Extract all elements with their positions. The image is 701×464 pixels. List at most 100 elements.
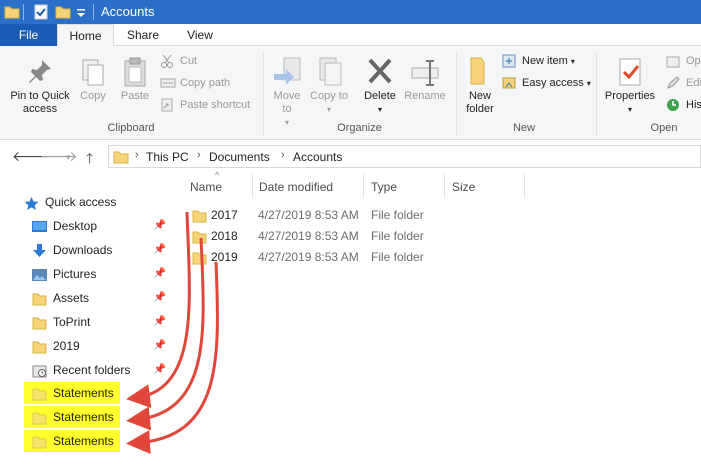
nav-item-statements[interactable]: Statements	[24, 406, 120, 428]
group-separator	[596, 52, 597, 136]
cut-button[interactable]: Cut	[160, 52, 197, 70]
copy-path-icon	[160, 76, 176, 90]
copy-label: Copy	[80, 90, 106, 102]
pin-icon[interactable]: 📌	[154, 359, 166, 381]
edit-button[interactable]: Edit	[666, 74, 701, 92]
history-button[interactable]: Hist	[666, 96, 701, 114]
new-folder-button[interactable]: New folder	[460, 56, 500, 116]
new-folder-label: New folder	[466, 90, 494, 115]
nav-item-label: Statements	[53, 434, 114, 448]
recent-folders-icon	[32, 363, 47, 378]
nav-item-pictures[interactable]: Pictures 📌	[24, 263, 174, 285]
column-divider[interactable]	[444, 174, 445, 198]
nav-item-desktop[interactable]: Desktop 📌	[24, 215, 174, 237]
column-divider[interactable]	[252, 174, 253, 198]
new-item-button[interactable]: New item ▾	[502, 52, 575, 70]
open-label: Ope	[686, 55, 701, 67]
recent-locations-chevron-icon[interactable]: ▾	[66, 152, 71, 163]
nav-item-assets[interactable]: Assets 📌	[24, 287, 174, 309]
column-header-name[interactable]: Name	[190, 180, 222, 194]
nav-item-label: Recent folders	[53, 363, 131, 377]
sort-ascending-icon: ^	[215, 170, 220, 180]
dropdown-arrow-icon: ▾	[326, 105, 331, 114]
rename-icon	[411, 60, 439, 86]
new-group-label: New	[512, 122, 535, 134]
properties-check-icon[interactable]	[33, 4, 49, 20]
column-divider[interactable]	[524, 174, 525, 198]
forward-arrow-icon[interactable]: 🡒	[40, 148, 78, 165]
pin-icon[interactable]: 📌	[154, 263, 166, 285]
cut-label: Cut	[180, 55, 198, 67]
nav-item-label: Statements	[53, 386, 114, 400]
column-divider[interactable]	[363, 174, 364, 198]
pin-icon[interactable]: 📌	[154, 335, 166, 357]
nav-item-statements[interactable]: Statements	[24, 430, 120, 452]
rename-button[interactable]: Rename	[402, 56, 448, 103]
easy-access-button[interactable]: Easy access ▾	[502, 74, 591, 92]
properties-button[interactable]: Properties ▾	[602, 56, 658, 116]
nav-item-statements[interactable]: Statements	[24, 382, 120, 404]
nav-item-label: Quick access	[45, 195, 117, 209]
chevron-right-icon[interactable]: ›	[135, 149, 139, 161]
breadcrumb-this-pc[interactable]: This PC	[146, 150, 189, 164]
move-to-button[interactable]: Move to ▾	[268, 56, 306, 129]
paste-button[interactable]: Paste	[116, 56, 154, 103]
nav-item-2019[interactable]: 2019 📌	[24, 335, 174, 357]
pin-icon[interactable]: 📌	[154, 311, 166, 333]
nav-item-toprint[interactable]: ToPrint 📌	[24, 311, 174, 333]
pin-icon[interactable]: 📌	[154, 287, 166, 309]
navigation-pane: Quick access Desktop 📌 Downloads 📌 Pictu…	[0, 185, 178, 464]
file-name: 2019	[211, 250, 238, 264]
delete-x-icon	[368, 58, 392, 84]
folder-icon	[32, 339, 47, 354]
nav-item-label: 2019	[53, 339, 80, 353]
copy-to-button[interactable]: Copy to ▾	[310, 56, 348, 116]
folder-icon	[192, 251, 207, 265]
folder-icon	[4, 4, 20, 20]
pin-to-quick-access-button[interactable]: Pin to Quick access	[4, 56, 76, 116]
nav-item-label: Pictures	[53, 267, 97, 281]
nav-item-quick-access[interactable]: Quick access	[16, 191, 166, 213]
address-bar[interactable]: › This PC › Documents › Accounts	[108, 145, 701, 168]
nav-item-downloads[interactable]: Downloads 📌	[24, 239, 174, 261]
tab-share[interactable]: Share	[114, 24, 172, 46]
pin-icon[interactable]: 📌	[154, 215, 166, 237]
dropdown-arrow-icon: ▾	[627, 105, 632, 114]
breadcrumb-accounts[interactable]: Accounts	[293, 150, 342, 164]
up-arrow-icon[interactable]: 🡑	[86, 148, 93, 172]
copy-path-button[interactable]: Copy path	[160, 74, 230, 92]
column-header-date-modified[interactable]: Date modified	[259, 180, 333, 194]
open-icon	[666, 54, 680, 68]
window-title: Accounts	[101, 4, 155, 19]
qat-separator	[93, 4, 94, 20]
clipboard-group-label: Clipboard	[107, 122, 155, 134]
copy-icon	[82, 59, 104, 86]
tab-home[interactable]: Home	[57, 24, 114, 47]
breadcrumb-documents[interactable]: Documents	[209, 150, 270, 164]
paste-label: Paste	[120, 90, 150, 102]
table-row[interactable]: 2018 4/27/2019 8:53 AM File folder	[186, 226, 701, 247]
nav-item-recent-folders[interactable]: Recent folders 📌	[24, 359, 174, 381]
open-button[interactable]: Ope	[666, 52, 701, 70]
delete-button[interactable]: Delete ▾	[360, 56, 400, 116]
column-header-size[interactable]: Size	[452, 180, 475, 194]
pin-label: Pin to Quick access	[10, 90, 70, 115]
new-folder-icon	[470, 57, 485, 85]
copy-button[interactable]: Copy	[76, 56, 110, 103]
properties-icon	[619, 58, 641, 86]
table-row[interactable]: 2017 4/27/2019 8:53 AM File folder	[186, 205, 701, 226]
pin-icon[interactable]: 📌	[154, 239, 166, 261]
folder-icon	[113, 149, 129, 168]
column-header-type[interactable]: Type	[371, 180, 397, 194]
qat-separator	[23, 4, 24, 20]
chevron-right-icon[interactable]: ›	[197, 149, 201, 161]
folder-icon	[32, 434, 47, 449]
paste-shortcut-button[interactable]: Paste shortcut	[160, 96, 250, 114]
tab-view[interactable]: View	[172, 24, 228, 46]
tab-file[interactable]: File	[0, 24, 57, 46]
new-folder-qat-icon[interactable]	[55, 4, 71, 20]
chevron-right-icon[interactable]: ›	[281, 149, 285, 161]
customize-qat-icon[interactable]	[75, 4, 87, 20]
table-row[interactable]: 2019 4/27/2019 8:53 AM File folder	[186, 247, 701, 268]
pictures-icon	[32, 267, 47, 281]
